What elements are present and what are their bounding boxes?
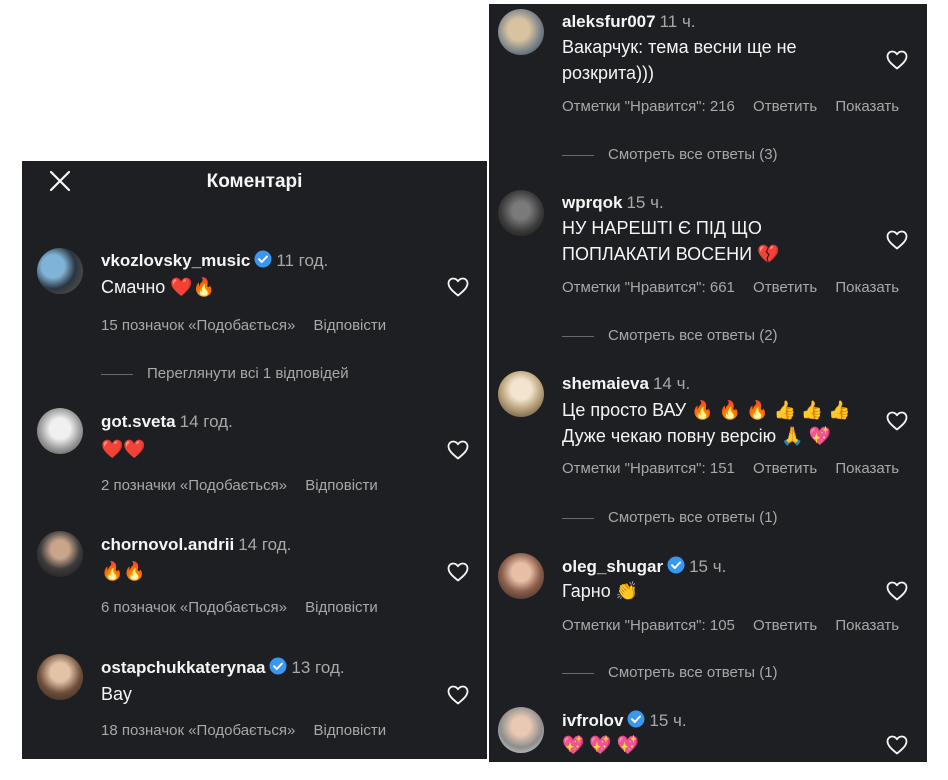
comment-text-line2: Дуже чекаю повну версію 🙏 💖 [562,426,831,446]
username[interactable]: got.sveta [101,412,176,431]
divider [562,154,594,156]
view-replies-label: Смотреть все ответы (1) [608,509,778,526]
comment-text-line1: Це просто ВАУ 🔥 🔥 🔥 👍 👍 👍 [562,400,851,420]
comment-time: 15 ч. [626,193,664,212]
comment-time: 11 ч. [659,12,696,31]
comment-time: 14 ч. [652,374,691,393]
avatar[interactable] [498,371,544,417]
comment-time: 11 год. [276,251,329,270]
like-count[interactable]: 15 позначок «Подобається» [101,317,295,334]
heart-outline-icon[interactable] [885,228,909,252]
verified-badge-icon [627,710,645,733]
username[interactable]: chornovol.andrii [101,535,234,554]
comment-time: 13 год. [291,658,345,677]
comment-text-line2: розкрита))) [562,63,655,83]
avatar[interactable] [498,9,544,55]
divider [562,517,594,519]
comment-text: Вау [101,684,132,704]
avatar[interactable] [37,248,83,294]
like-count[interactable]: Отметки "Нравится": 661 [562,279,735,296]
show-translation-button[interactable]: Показать [835,279,899,296]
view-replies-link[interactable]: Смотреть все ответы (1) [562,664,778,681]
username[interactable]: ivfrolov [562,711,623,730]
comment-time: 14 год. [238,535,292,554]
like-count[interactable]: Отметки "Нравится": 151 [562,460,735,477]
comments-panel-ua: Коментарі vkozlovsky_music 11 год. Смачно… [22,161,487,759]
like-count[interactable]: 18 позначок «Подобається» [101,722,295,739]
show-translation-button[interactable]: Показать [835,460,899,477]
heart-outline-icon[interactable] [885,409,909,433]
heart-outline-icon[interactable] [446,560,470,584]
avatar[interactable] [37,654,83,700]
divider [101,373,133,375]
view-replies-link[interactable]: Смотреть все ответы (3) [562,146,778,163]
view-replies-label: Смотреть все ответы (2) [608,327,778,344]
verified-badge-icon [254,250,272,273]
reply-button[interactable]: Ответить [753,460,817,477]
verified-badge-icon [667,556,685,579]
reply-button[interactable]: Відповісти [305,599,378,616]
view-replies-label: Смотреть все ответы (1) [608,664,778,681]
reply-button[interactable]: Ответить [753,279,817,296]
heart-outline-icon[interactable] [446,683,470,707]
comment-text-line1: Вакарчук: тема весни ще не [562,37,797,57]
comment-text-line1: НУ НАРЕШТІ Є ПІД ЩО [562,218,762,238]
comment-time: 15 ч. [689,557,727,576]
show-translation-button[interactable]: Показать [835,98,899,115]
divider [562,335,594,337]
comment-text-line2: ПОПЛАКАТИ ВОСЕНИ 💔 [562,244,780,264]
avatar[interactable] [498,707,544,753]
panel-title: Коментарі [206,171,303,192]
avatar[interactable] [498,190,544,236]
like-count[interactable]: 6 позначок «Подобається» [101,599,287,616]
username[interactable]: shemaieva [562,374,649,393]
verified-badge-icon [269,657,287,680]
reply-button[interactable]: Відповісти [314,317,387,334]
comment-text-line1: 💖 💖 💖 [562,735,640,755]
view-replies-link[interactable]: Смотреть все ответы (2) [562,327,778,344]
heart-outline-icon[interactable] [446,275,470,299]
like-count[interactable]: 2 позначки «Подобається» [101,477,287,494]
avatar[interactable] [37,408,83,454]
like-count[interactable]: Отметки "Нравится": 105 [562,617,735,634]
comment-text: 🔥🔥 [101,561,146,581]
comment-text: Смачно ❤️🔥 [101,277,216,297]
username[interactable]: wprqok [562,193,622,212]
comment-text: ❤️❤️ [101,439,146,459]
username[interactable]: aleksfur007 [562,12,656,31]
view-replies-link[interactable]: Смотреть все ответы (1) [562,509,778,526]
heart-outline-icon[interactable] [885,579,909,603]
heart-outline-icon[interactable] [885,48,909,72]
heart-outline-icon[interactable] [885,733,909,757]
like-count[interactable]: Отметки "Нравится": 216 [562,98,735,115]
comment-text-line1: Гарно 👏 [562,581,639,601]
view-replies-label: Смотреть все ответы (3) [608,146,778,163]
reply-button[interactable]: Відповісти [314,722,387,739]
heart-outline-icon[interactable] [446,438,470,462]
username[interactable]: oleg_shugar [562,557,663,576]
view-replies-link[interactable]: Переглянути всі 1 відповідей [101,365,349,382]
reply-button[interactable]: Ответить [753,617,817,634]
reply-button[interactable]: Відповісти [305,477,378,494]
username[interactable]: vkozlovsky_music [101,251,250,270]
show-translation-button[interactable]: Показать [835,617,899,634]
avatar[interactable] [37,531,83,577]
username[interactable]: ostapchukkaterynaa [101,658,265,677]
divider [562,672,594,674]
view-replies-label: Переглянути всі 1 відповідей [147,365,349,382]
comment-time: 14 год. [179,412,233,431]
avatar[interactable] [498,553,544,599]
reply-button[interactable]: Ответить [753,98,817,115]
comments-panel-ru: aleksfur007 11 ч. Вакарчук: тема весни ще… [489,4,927,762]
comment-time: 15 ч. [649,711,687,730]
